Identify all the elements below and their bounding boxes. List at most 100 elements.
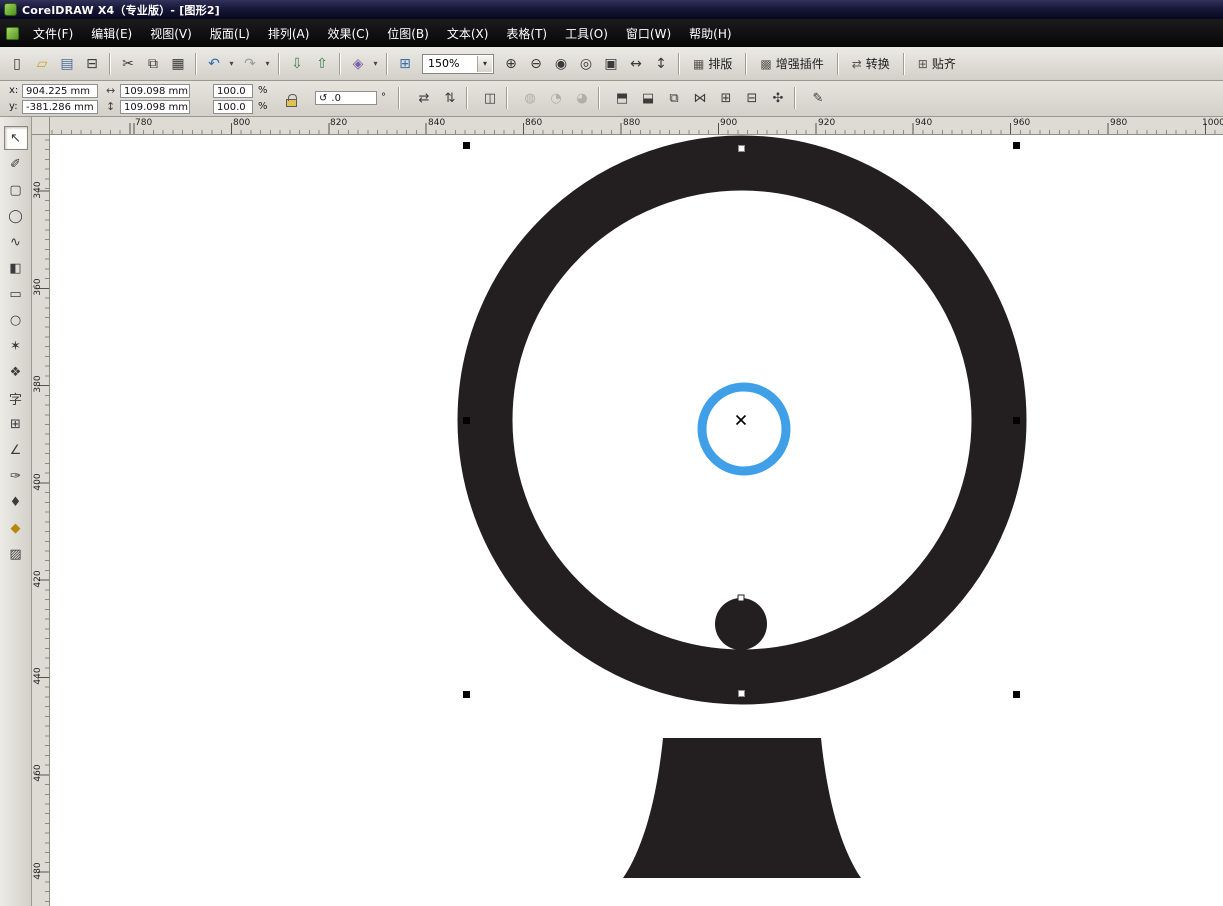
toolbar-separator [745, 53, 747, 75]
text-tool[interactable]: 字 [4, 386, 28, 410]
wrap-paragraph-text-button[interactable]: ◫ [478, 86, 502, 110]
snap-button[interactable]: ⊞ 贴齐 [910, 52, 964, 76]
menu-layout[interactable]: 版面(L) [201, 19, 259, 48]
selection-handle-mid-right[interactable] [1013, 417, 1020, 424]
ruler-origin-corner[interactable] [32, 117, 50, 135]
weld-button[interactable]: ◍ [518, 86, 542, 110]
open-button[interactable]: ▱ [30, 52, 54, 76]
menu-view[interactable]: 视图(V) [141, 19, 201, 48]
y-position-field[interactable]: -381.286 mm [22, 100, 98, 114]
document-icon[interactable] [6, 27, 19, 40]
selection-handle-bottom-right[interactable] [1013, 691, 1020, 698]
fill-tool[interactable]: ◆ [4, 516, 28, 540]
menu-edit[interactable]: 编辑(E) [82, 19, 141, 48]
outline-pen-tool[interactable]: ♦ [4, 490, 28, 514]
layout-button[interactable]: ▦ 排版 [685, 52, 740, 76]
break-apart-button[interactable]: ⋈ [688, 86, 712, 110]
convert-to-curves-button[interactable]: ✣ [766, 86, 790, 110]
to-front-button[interactable]: ⬒ [610, 86, 634, 110]
save-button[interactable]: ▤ [55, 52, 79, 76]
zoom-to-height-button[interactable]: ↕ [649, 52, 673, 76]
menu-window[interactable]: 窗口(W) [617, 19, 680, 48]
menu-tools[interactable]: 工具(O) [556, 19, 617, 48]
smart-fill-tool[interactable]: ◧ [4, 256, 28, 280]
menu-arrange[interactable]: 排列(A) [259, 19, 319, 48]
cut-button[interactable]: ✂ [116, 52, 140, 76]
copy-button[interactable]: ⧉ [141, 52, 165, 76]
horizontal-ruler[interactable]: 780 800 820 840 860 880 900 920 940 960 … [50, 117, 1223, 135]
zoom-in-button[interactable]: ⊕ [499, 52, 523, 76]
print-button[interactable]: ⊟ [80, 52, 104, 76]
eyedropper-tool[interactable]: ✑ [4, 464, 28, 488]
welcome-screen-button[interactable]: ⊞ [393, 52, 417, 76]
curve-node[interactable] [738, 595, 744, 601]
shape-tool[interactable]: ✐ [4, 152, 28, 176]
dimension-tool[interactable]: ∠ [4, 438, 28, 462]
zoom-to-page-button[interactable]: ▣ [599, 52, 623, 76]
mirror-vertical-button[interactable]: ⇅ [438, 86, 462, 110]
ellipse-tool[interactable]: ○ [4, 308, 28, 332]
zoom-out-button[interactable]: ⊖ [524, 52, 548, 76]
menu-bitmaps[interactable]: 位图(B) [378, 19, 438, 48]
pedestal-base-shape[interactable] [623, 738, 861, 878]
vertical-ruler[interactable]: 340 360 380 400 420 440 460 480 [32, 135, 50, 906]
export-button[interactable]: ⇧ [310, 52, 334, 76]
launcher-dropdown-icon[interactable]: ▾ [370, 52, 381, 76]
import-button[interactable]: ⇩ [285, 52, 309, 76]
trim-button[interactable]: ◔ [544, 86, 568, 110]
selection-handle-top-center[interactable] [738, 145, 745, 152]
zoom-level-combo[interactable]: 150% ▾ [422, 54, 494, 74]
zoom-to-all-button[interactable]: ◎ [574, 52, 598, 76]
basic-shapes-tool[interactable]: ❖ [4, 360, 28, 384]
rectangle-tool[interactable]: ▭ [4, 282, 28, 306]
intersect-button[interactable]: ◕ [570, 86, 594, 110]
zoom-to-width-button[interactable]: ↔ [624, 52, 648, 76]
redo-button[interactable]: ↷ [238, 52, 262, 76]
object-width-field[interactable]: 109.098 mm [120, 84, 190, 98]
ungroup-button[interactable]: ⊟ [740, 86, 764, 110]
canvas[interactable] [50, 135, 1223, 906]
paste-button[interactable]: ▦ [166, 52, 190, 76]
mirror-horizontal-button[interactable]: ⇄ [412, 86, 436, 110]
pick-tool[interactable]: ↖ [4, 126, 28, 150]
selection-handle-bottom-left[interactable] [463, 691, 470, 698]
undo-dropdown-icon[interactable]: ▾ [226, 52, 237, 76]
to-back-button[interactable]: ⬓ [636, 86, 660, 110]
convert-button[interactable]: ⇄ 转换 [844, 52, 898, 76]
selection-handle-bottom-center[interactable] [738, 690, 745, 697]
chevron-down-icon[interactable]: ▾ [477, 56, 492, 72]
redo-dropdown-icon[interactable]: ▾ [262, 52, 273, 76]
undo-button[interactable]: ↶ [202, 52, 226, 76]
x-position-field[interactable]: 904.225 mm [22, 84, 98, 98]
enhance-plugin-button[interactable]: ▩ 增强插件 [752, 52, 831, 76]
small-ball-shape[interactable] [715, 598, 767, 650]
new-button[interactable]: ▯ [5, 52, 29, 76]
table-tool[interactable]: ⊞ [4, 412, 28, 436]
object-height-field[interactable]: 109.098 mm [120, 100, 190, 114]
selection-handle-mid-left[interactable] [463, 417, 470, 424]
menu-text[interactable]: 文本(X) [438, 19, 498, 48]
polygon-tool[interactable]: ✶ [4, 334, 28, 358]
interactive-fill-tool[interactable]: ▨ [4, 542, 28, 566]
menu-table[interactable]: 表格(T) [497, 19, 556, 48]
lock-icon [286, 99, 297, 107]
group-button[interactable]: ⊞ [714, 86, 738, 110]
zoom-tool[interactable]: ◯ [4, 204, 28, 228]
menu-help[interactable]: 帮助(H) [680, 19, 740, 48]
outline-width-button[interactable]: ✎ [806, 86, 830, 110]
scale-vertical-field[interactable]: 100.0 [213, 100, 253, 114]
freehand-tool[interactable]: ∿ [4, 230, 28, 254]
menu-effects[interactable]: 效果(C) [318, 19, 378, 48]
crop-tool[interactable]: ▢ [4, 178, 28, 202]
highlight-circle-shape[interactable] [702, 387, 786, 471]
application-launcher-button[interactable]: ◈ [346, 52, 370, 76]
rotation-field[interactable]: ↺ .0 [315, 91, 377, 105]
menu-file[interactable]: 文件(F) [24, 19, 82, 48]
selection-handle-top-left[interactable] [463, 142, 470, 149]
scale-horizontal-field[interactable]: 100.0 [213, 84, 253, 98]
selection-handle-top-right[interactable] [1013, 142, 1020, 149]
selection-center-marker[interactable] [737, 416, 746, 425]
zoom-to-selection-button[interactable]: ◉ [549, 52, 573, 76]
combine-button[interactable]: ⧉ [662, 86, 686, 110]
lock-ratio-button[interactable] [281, 90, 301, 110]
